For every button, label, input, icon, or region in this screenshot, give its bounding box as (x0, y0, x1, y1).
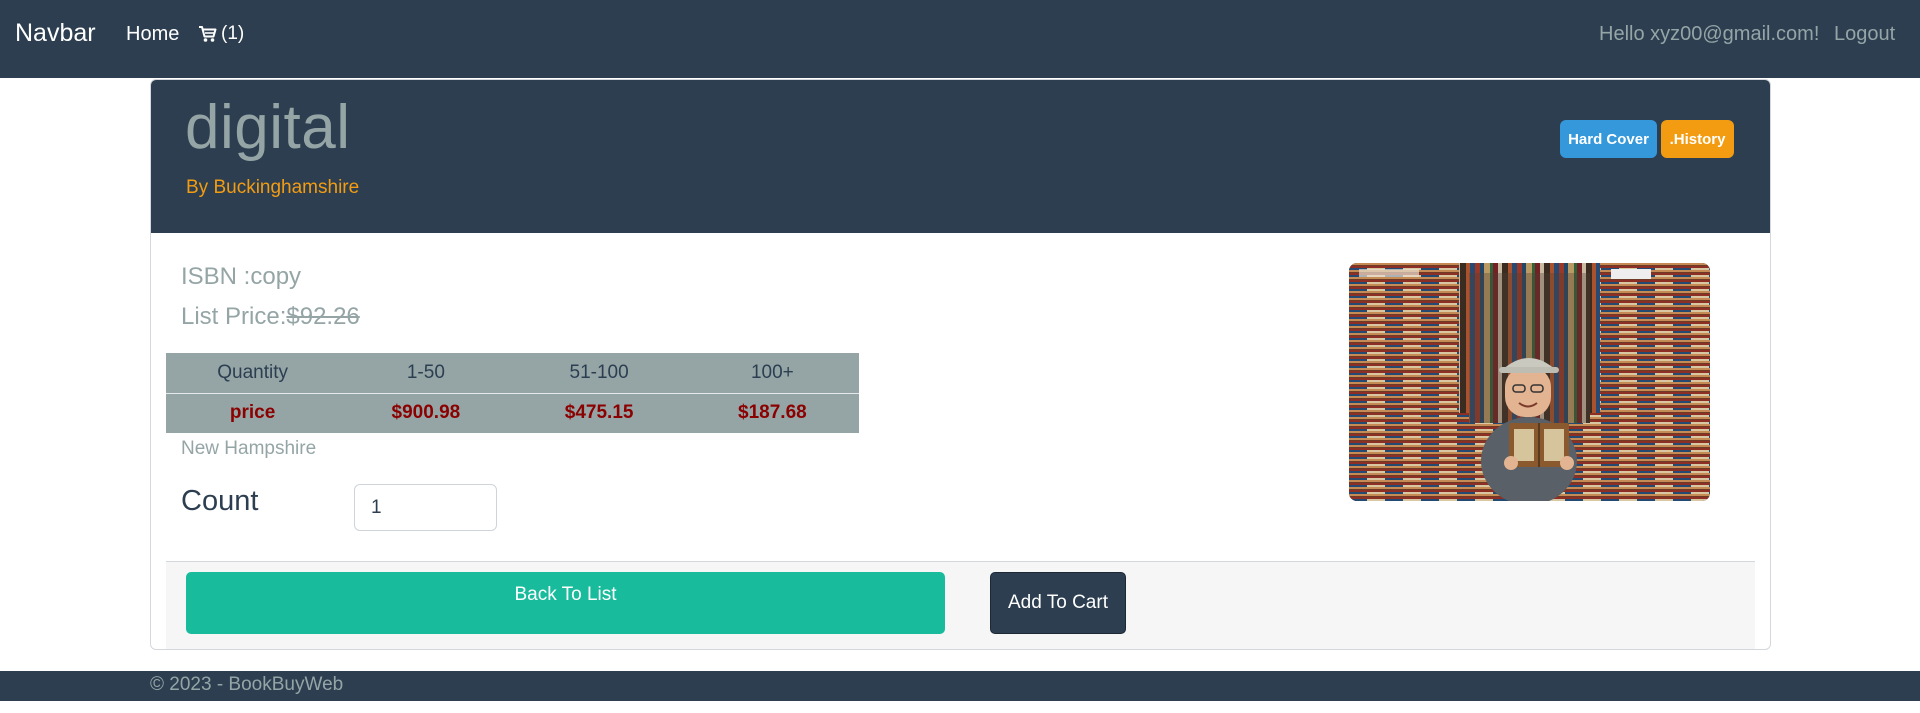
quantity-row: Quantity 1-50 51-100 100+ (166, 353, 859, 394)
isbn-text: ISBN :copy (181, 263, 302, 290)
back-to-list-button[interactable]: Back To List (186, 572, 945, 634)
cover-type-badge: Hard Cover (1560, 120, 1657, 158)
site-footer: © 2023 - BookBuyWeb (0, 671, 1920, 701)
cart-icon (198, 25, 217, 43)
list-price-label: List Price: (181, 303, 287, 330)
table-cell: Quantity (166, 353, 340, 394)
table-cell: $475.15 (564, 402, 634, 424)
nav-cart-link[interactable]: (1) (198, 23, 244, 45)
user-greeting[interactable]: Hello xyz00@gmail.com! (1599, 23, 1819, 46)
count-input[interactable] (354, 484, 497, 531)
card-header: digital By Buckinghamshire Hard Cover .H… (151, 80, 1770, 233)
table-cell: $900.98 (391, 402, 461, 424)
price-row: price $900.98 $475.15 $187.68 (166, 393, 859, 433)
price-table: Quantity 1-50 51-100 100+ price $900.98 … (166, 353, 859, 433)
add-to-cart-button[interactable]: Add To Cart (990, 572, 1126, 634)
book-cover-image (1349, 263, 1710, 501)
navbar: Navbar Home (1) Hello xyz00@gmail.com! L… (0, 0, 1920, 78)
location-text: New Hampshire (181, 438, 317, 459)
table-cell: price (229, 402, 276, 424)
book-author: By Buckinghamshire (186, 177, 360, 198)
copyright-text: © 2023 - BookBuyWeb (150, 674, 344, 695)
table-cell: $187.68 (738, 402, 807, 424)
cart-count: (1) (221, 23, 245, 44)
logout-link[interactable]: Logout (1834, 23, 1895, 46)
book-detail-card: digital By Buckinghamshire Hard Cover .H… (150, 79, 1771, 650)
list-price-value: $92.26 (286, 303, 360, 330)
book-title: digital (185, 93, 351, 162)
table-cell: 100+ (685, 353, 859, 394)
count-label: Count (181, 485, 259, 517)
category-badge: .History (1661, 120, 1734, 158)
navbar-brand[interactable]: Navbar (15, 19, 96, 48)
table-cell: 51-100 (512, 353, 686, 394)
card-footer: Back To List Add To Cart (166, 561, 1755, 649)
nav-home-link[interactable]: Home (126, 23, 179, 46)
list-price: List Price:$92.26 (181, 303, 360, 331)
table-cell: 1-50 (339, 353, 513, 394)
